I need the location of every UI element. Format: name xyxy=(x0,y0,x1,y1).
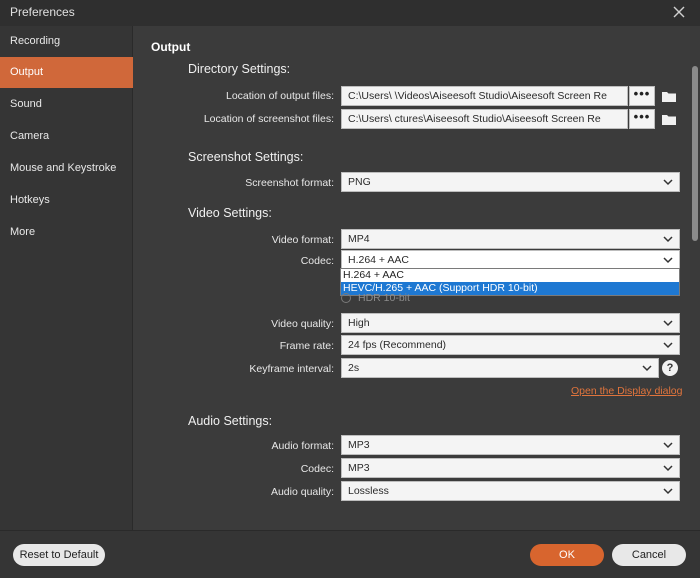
hdr-radio[interactable] xyxy=(341,293,351,303)
video-format-label: Video format: xyxy=(271,234,334,246)
chevron-down-icon xyxy=(663,465,673,472)
page-title: Output xyxy=(151,40,191,54)
audio-settings-heading: Audio Settings: xyxy=(188,414,273,428)
chevron-down-icon xyxy=(663,320,673,327)
audio-format-label: Audio format: xyxy=(271,440,334,452)
sidebar-item-sound[interactable]: Sound xyxy=(0,89,133,120)
window-title: Preferences xyxy=(10,5,75,19)
screenshot-files-path[interactable]: C:\Users\ ctures\Aiseesoft Studio\Aisees… xyxy=(341,109,628,129)
video-quality-select[interactable]: High xyxy=(341,313,680,333)
sidebar-item-output[interactable]: Output xyxy=(0,57,133,88)
sidebar-item-recording[interactable]: Recording xyxy=(0,26,133,57)
audio-codec-select[interactable]: MP3 xyxy=(341,458,680,478)
screenshot-settings-heading: Screenshot Settings: xyxy=(188,150,304,164)
open-display-dialog-link[interactable]: Open the Display dialog xyxy=(571,385,683,397)
sidebar-item-more[interactable]: More xyxy=(0,217,133,248)
audio-format-value: MP3 xyxy=(348,439,370,451)
folder-icon[interactable] xyxy=(661,113,677,126)
sidebar-item-hotkeys[interactable]: Hotkeys xyxy=(0,185,133,216)
sidebar: Recording Output Sound Camera Mouse and … xyxy=(0,26,133,530)
chevron-down-icon xyxy=(663,342,673,349)
screenshot-files-label: Location of screenshot files: xyxy=(203,113,334,125)
chevron-down-icon xyxy=(642,365,652,372)
sidebar-item-mouse-and-keystroke[interactable]: Mouse and Keystroke xyxy=(0,153,133,184)
audio-codec-value: MP3 xyxy=(348,462,370,474)
video-codec-label: Codec: xyxy=(300,255,334,267)
reset-to-default-button[interactable]: Reset to Default xyxy=(13,544,105,566)
video-format-value: MP4 xyxy=(348,233,370,245)
output-settings-panel: Output Directory Settings: Location of o… xyxy=(134,26,690,530)
sidebar-item-camera[interactable]: Camera xyxy=(0,121,133,152)
title-bar: Preferences xyxy=(0,0,700,26)
screenshot-format-label: Screenshot format: xyxy=(245,177,334,189)
frame-rate-select[interactable]: 24 fps (Recommend) xyxy=(341,335,680,355)
frame-rate-value: 24 fps (Recommend) xyxy=(348,339,447,351)
dialog-footer: Reset to Default OK Cancel xyxy=(0,530,700,578)
chevron-down-icon xyxy=(663,442,673,449)
video-quality-value: High xyxy=(348,317,370,329)
chevron-down-icon xyxy=(663,257,673,264)
help-icon[interactable]: ? xyxy=(662,360,678,376)
close-icon[interactable] xyxy=(670,2,688,22)
scrollbar-thumb[interactable] xyxy=(692,66,698,241)
audio-codec-label: Codec: xyxy=(300,463,334,475)
codec-option-h264[interactable]: H.264 + AAC xyxy=(341,269,679,282)
video-settings-heading: Video Settings: xyxy=(188,206,272,220)
video-codec-value: H.264 + AAC xyxy=(348,254,409,266)
chevron-down-icon xyxy=(663,179,673,186)
output-files-label: Location of output files: xyxy=(226,90,334,102)
hdr-label: HDR 10-bit xyxy=(358,292,410,304)
keyframe-interval-select[interactable]: 2s xyxy=(341,358,659,378)
screenshot-format-select[interactable]: PNG xyxy=(341,172,680,192)
audio-quality-select[interactable]: Lossless xyxy=(341,481,680,501)
video-quality-label: Video quality: xyxy=(271,318,334,330)
directory-settings-heading: Directory Settings: xyxy=(188,62,291,76)
keyframe-interval-label: Keyframe interval: xyxy=(249,363,334,375)
audio-quality-value: Lossless xyxy=(348,485,389,497)
ok-button[interactable]: OK xyxy=(530,544,604,566)
screenshot-format-value: PNG xyxy=(348,176,371,188)
browse-output-button[interactable]: ••• xyxy=(629,86,655,106)
chevron-down-icon xyxy=(663,488,673,495)
keyframe-interval-value: 2s xyxy=(348,362,360,374)
video-codec-select[interactable]: H.264 + AAC xyxy=(341,250,680,270)
frame-rate-label: Frame rate: xyxy=(279,340,334,352)
chevron-down-icon xyxy=(663,236,673,243)
cancel-button[interactable]: Cancel xyxy=(612,544,686,566)
output-files-path[interactable]: C:\Users\ \Videos\Aiseesoft Studio\Aisee… xyxy=(341,86,628,106)
browse-screenshot-button[interactable]: ••• xyxy=(629,109,655,129)
audio-format-select[interactable]: MP3 xyxy=(341,435,680,455)
video-format-select[interactable]: MP4 xyxy=(341,229,680,249)
folder-icon[interactable] xyxy=(661,90,677,103)
vertical-scrollbar[interactable] xyxy=(690,26,700,530)
audio-quality-label: Audio quality: xyxy=(270,486,334,498)
